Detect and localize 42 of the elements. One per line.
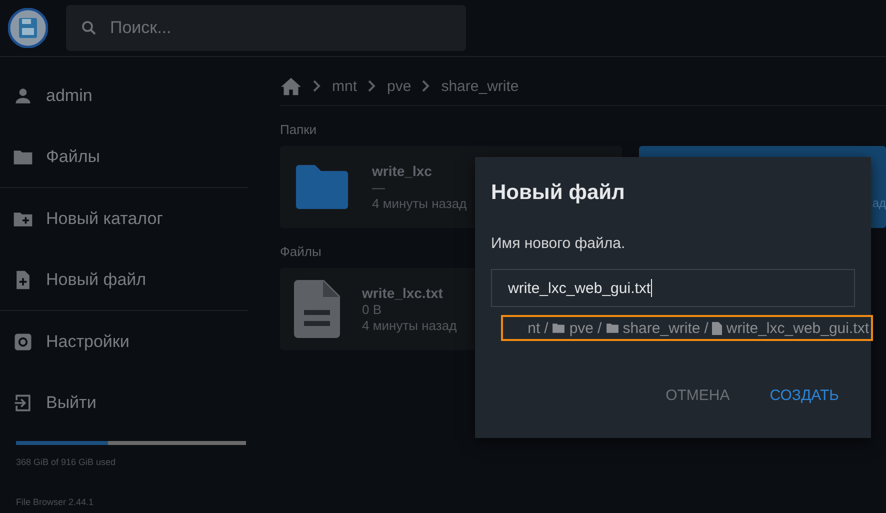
document-icon bbox=[712, 322, 722, 334]
breadcrumb-link[interactable]: mnt bbox=[332, 78, 358, 94]
item-size: 0 B bbox=[362, 302, 383, 317]
item-name: write_lxc.txt bbox=[362, 285, 444, 301]
dialog-prompt: Имя нового файла. bbox=[491, 235, 626, 252]
path-text: share_write bbox=[622, 320, 700, 336]
sidebar-item[interactable]: Новый каталог bbox=[0, 188, 262, 249]
path-text: write_lxc_web_gui.txt bbox=[726, 320, 869, 336]
item-modified: 4 минуты назад bbox=[362, 318, 457, 333]
item-modified: 4 минуты назад bbox=[372, 196, 467, 211]
sidebar-item[interactable]: admin bbox=[0, 65, 262, 126]
home-icon[interactable] bbox=[280, 76, 302, 96]
sidebar-item[interactable]: Выйти bbox=[0, 372, 262, 433]
item-name: write_lxc bbox=[372, 163, 433, 179]
version-text: File Browser 2.44.1 bbox=[15, 496, 95, 507]
section-heading: Папки bbox=[280, 122, 318, 137]
chevron-icon bbox=[367, 80, 378, 92]
logo-icon[interactable] bbox=[8, 8, 48, 48]
chevron-icon bbox=[312, 80, 322, 92]
path-text: pve bbox=[569, 320, 594, 336]
folder-icon bbox=[606, 322, 619, 334]
item-modified: ад bbox=[872, 196, 886, 210]
breadcrumb-link[interactable]: pve bbox=[387, 78, 412, 94]
path-separator: / bbox=[704, 320, 708, 336]
usage-text: 368 GiB of 916 GiB used bbox=[16, 457, 117, 467]
sidebar-item[interactable]: Новый файл bbox=[0, 249, 262, 310]
folder-icon bbox=[552, 322, 566, 334]
create-button[interactable]: СОЗДАТЬ bbox=[754, 379, 855, 412]
item-size: — bbox=[372, 180, 386, 195]
breadcrumb-link[interactable]: share_write bbox=[441, 78, 519, 94]
document-icon bbox=[294, 280, 340, 338]
search-field[interactable]: Поиск... bbox=[66, 5, 466, 51]
path-text: nt bbox=[528, 320, 540, 336]
chevron-icon bbox=[421, 80, 432, 92]
search-icon bbox=[80, 19, 98, 37]
cancel-button[interactable]: ОТМЕНА bbox=[650, 379, 746, 412]
filename-field[interactable]: write_lxc_web_gui.txt bbox=[491, 269, 855, 307]
sidebar-item[interactable]: Настройки bbox=[0, 311, 262, 372]
folder-icon bbox=[294, 163, 350, 211]
path-separator: / bbox=[544, 320, 548, 336]
path-separator: / bbox=[598, 320, 602, 336]
sidebar-item[interactable]: Файлы bbox=[0, 126, 262, 187]
